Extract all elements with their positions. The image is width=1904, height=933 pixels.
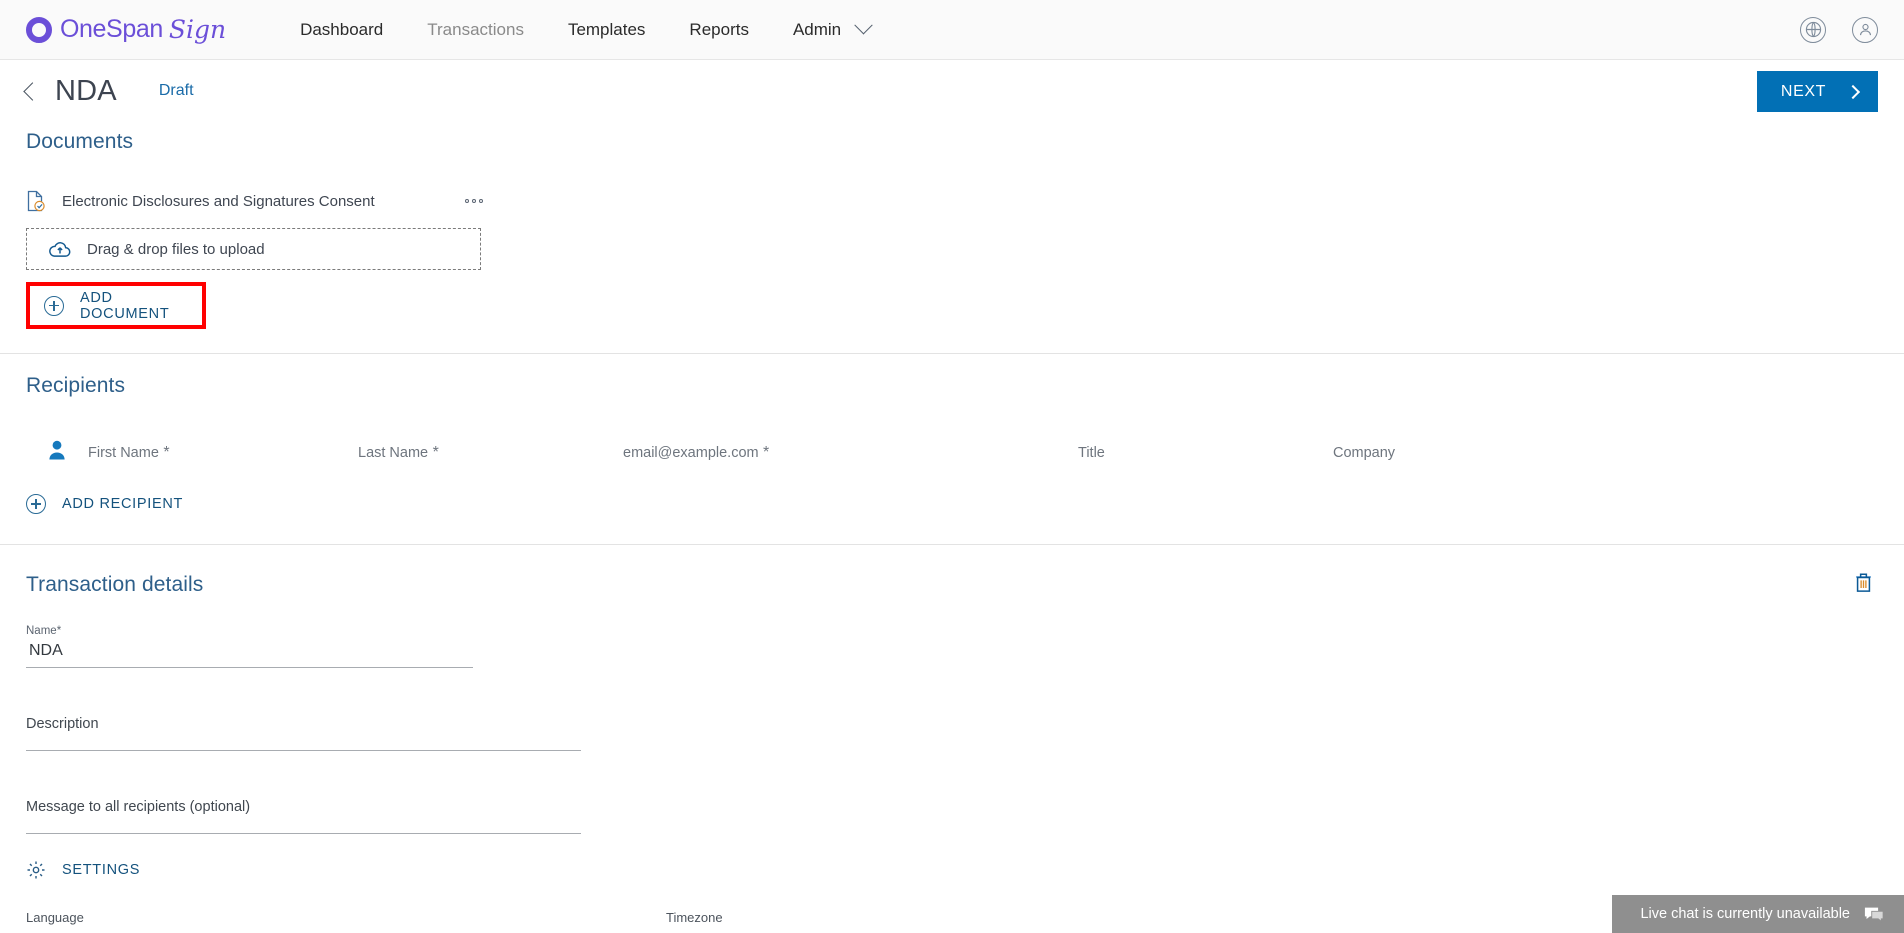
onespan-logo-icon xyxy=(26,16,52,43)
back-chevron-icon[interactable] xyxy=(23,81,42,101)
onespan-sign-logo[interactable]: OneSpan Sign xyxy=(26,15,226,44)
cloud-upload-icon xyxy=(49,241,71,257)
logo-product-text: Sign xyxy=(168,15,227,44)
settings-toggle-button[interactable]: SETTINGS xyxy=(26,860,1878,880)
transaction-details-header: Transaction details xyxy=(26,567,1878,603)
transaction-message-field[interactable]: Message to all recipients (optional) xyxy=(26,799,581,834)
recipient-last-name-input[interactable]: Last Name * xyxy=(358,444,623,462)
recipient-first-name-input[interactable]: First Name * xyxy=(88,444,358,462)
timezone-label: Timezone xyxy=(666,910,723,925)
plus-circle-icon xyxy=(44,295,64,316)
chevron-right-icon xyxy=(1845,84,1861,99)
nav-item-templates[interactable]: Templates xyxy=(546,0,667,60)
chevron-down-icon xyxy=(854,16,873,35)
required-asterisk: * xyxy=(758,444,770,461)
nav-right-actions xyxy=(1800,16,1878,43)
document-list-item[interactable]: Electronic Disclosures and Signatures Co… xyxy=(26,184,483,218)
timezone-field[interactable]: Timezone xyxy=(666,910,723,925)
nav-item-dashboard[interactable]: Dashboard xyxy=(278,0,405,60)
email-placeholder: email@example.com xyxy=(623,445,759,461)
title-placeholder: Title xyxy=(1078,445,1105,461)
transaction-name-value: NDA xyxy=(29,642,63,659)
recipients-section-title: Recipients xyxy=(26,374,126,397)
document-check-icon xyxy=(27,190,45,212)
app-root: OneSpan Sign Dashboard Transactions Temp… xyxy=(0,0,1904,933)
description-placeholder: Description xyxy=(26,716,99,732)
add-document-label: ADD DOCUMENT xyxy=(80,289,170,322)
recipients-section: Recipients First Name * Last Name * emai… xyxy=(0,354,1904,514)
dot xyxy=(472,199,476,203)
required-asterisk: * xyxy=(428,444,439,461)
dot xyxy=(479,199,483,203)
recipient-row: First Name * Last Name * email@example.c… xyxy=(26,428,1878,462)
trash-icon xyxy=(1856,573,1871,592)
field-underline xyxy=(26,833,581,834)
transaction-description-field[interactable]: Description xyxy=(26,716,581,751)
dot xyxy=(465,199,469,203)
company-placeholder: Company xyxy=(1333,445,1396,461)
page-header: NDA Draft NEXT xyxy=(0,60,1904,122)
logo-brand-text: OneSpan xyxy=(60,15,163,43)
recipient-email-input[interactable]: email@example.com * xyxy=(623,444,1078,462)
live-chat-widget[interactable]: Live chat is currently unavailable xyxy=(1612,895,1904,933)
add-document-highlight-box: ADD DOCUMENT xyxy=(26,282,206,329)
globe-icon[interactable] xyxy=(1800,16,1826,43)
live-chat-message: Live chat is currently unavailable xyxy=(1640,906,1850,922)
nav-item-transactions[interactable]: Transactions xyxy=(405,0,546,60)
transaction-details-title: Transaction details xyxy=(26,573,204,596)
file-dropzone[interactable]: Drag & drop files to upload xyxy=(26,228,481,270)
person-icon xyxy=(49,440,65,460)
message-placeholder: Message to all recipients (optional) xyxy=(26,799,251,815)
documents-section-title: Documents xyxy=(26,130,134,153)
document-more-options-icon[interactable] xyxy=(461,193,487,209)
first-name-placeholder: First Name xyxy=(88,445,159,461)
page-title: NDA xyxy=(55,74,117,107)
recipient-title-input[interactable]: Title xyxy=(1078,444,1333,462)
plus-circle-icon xyxy=(26,494,46,514)
language-label: Language xyxy=(26,910,84,925)
next-button[interactable]: NEXT xyxy=(1756,71,1878,112)
settings-fields-row: Language Timezone xyxy=(26,910,1878,925)
required-asterisk: * xyxy=(158,444,170,461)
add-document-button[interactable]: ADD DOCUMENT xyxy=(44,290,202,322)
nav-item-admin-label: Admin xyxy=(792,19,842,39)
delete-transaction-button[interactable] xyxy=(1849,567,1878,603)
add-recipient-label: ADD RECIPIENT xyxy=(62,496,184,512)
field-underline xyxy=(26,667,473,668)
transaction-name-field[interactable]: Name* NDA xyxy=(26,625,473,668)
account-icon[interactable] xyxy=(1852,16,1878,43)
transaction-name-label: Name* xyxy=(26,625,62,637)
recipient-company-input[interactable]: Company xyxy=(1333,444,1573,462)
status-badge: Draft xyxy=(158,82,194,99)
document-name: Electronic Disclosures and Signatures Co… xyxy=(62,192,375,210)
field-underline xyxy=(26,750,581,751)
last-name-placeholder: Last Name xyxy=(358,445,429,461)
top-navigation-bar: OneSpan Sign Dashboard Transactions Temp… xyxy=(0,0,1904,60)
nav-item-reports[interactable]: Reports xyxy=(667,0,771,60)
dropzone-label: Drag & drop files to upload xyxy=(87,240,265,258)
transaction-details-section: Transaction details Name* NDA Descriptio… xyxy=(0,545,1904,925)
documents-section: Documents Electronic Disclosures and Sig… xyxy=(0,122,1904,329)
language-field[interactable]: Language xyxy=(26,910,666,925)
chat-bubble-icon xyxy=(1864,907,1884,922)
next-button-label: NEXT xyxy=(1780,82,1826,100)
main-nav-items: Dashboard Transactions Templates Reports… xyxy=(278,0,892,60)
add-recipient-button[interactable]: ADD RECIPIENT xyxy=(26,494,1878,514)
nav-item-admin[interactable]: Admin xyxy=(771,0,892,60)
gear-icon xyxy=(27,861,45,879)
settings-label: SETTINGS xyxy=(62,862,141,878)
